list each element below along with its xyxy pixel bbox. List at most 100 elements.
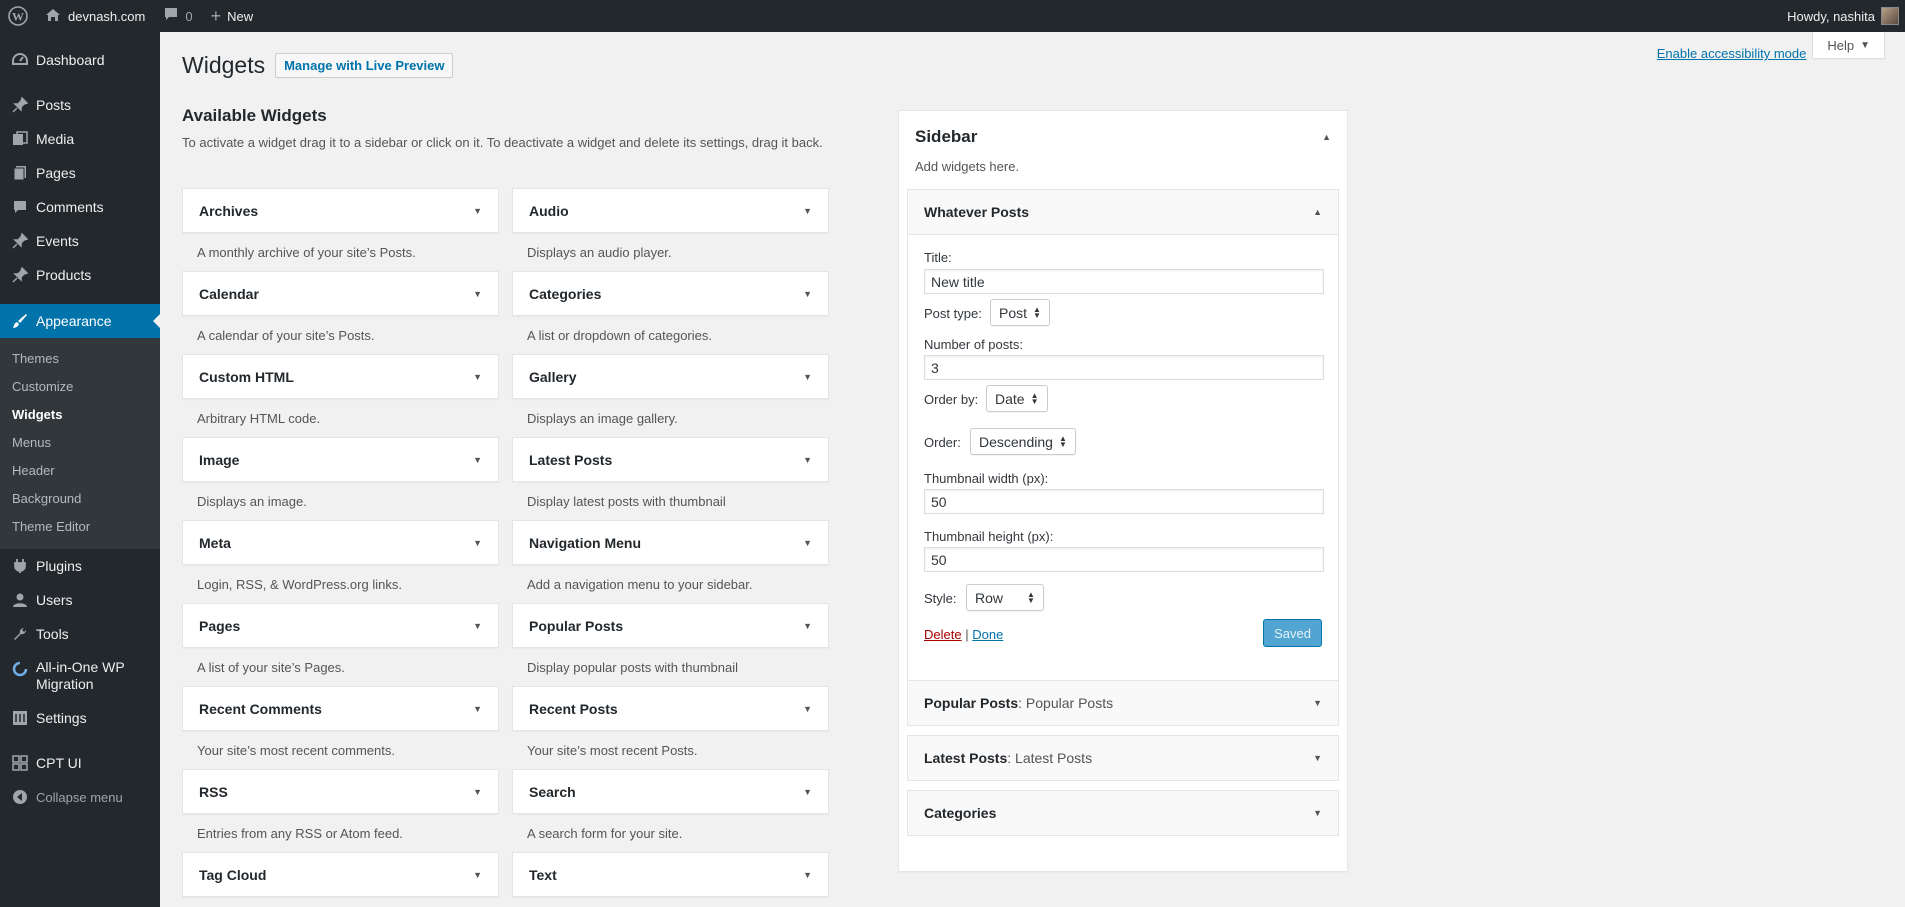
widget-title[interactable]: Pages ▼ [182, 603, 499, 648]
widget-title[interactable]: Search ▼ [512, 769, 829, 814]
menu-item-events[interactable]: Events [0, 224, 160, 258]
submenu-background[interactable]: Background [0, 485, 160, 513]
widget-recent-comments[interactable]: Recent Comments ▼ Your site’s most recent… [182, 686, 499, 758]
widget-gallery[interactable]: Gallery ▼ Displays an image gallery. [512, 354, 829, 426]
arrow-down-icon[interactable]: ▼ [1313, 698, 1322, 708]
widget-title[interactable]: Archives ▼ [182, 188, 499, 233]
widget-audio[interactable]: Audio ▼ Displays an audio player. [512, 188, 829, 260]
widget-title[interactable]: Image ▼ [182, 437, 499, 482]
menu-item-plugins[interactable]: Plugins [0, 549, 160, 583]
widget-categories-instance[interactable]: Categories ▼ [907, 790, 1339, 836]
arrow-up-icon[interactable]: ▲ [1313, 207, 1322, 217]
menu-item-dashboard[interactable]: Dashboard [0, 43, 160, 77]
widget-title[interactable]: Categories ▼ [512, 271, 829, 316]
submenu-customize[interactable]: Customize [0, 373, 160, 401]
widget-name: Meta [199, 534, 231, 551]
sidebar-widget-area: Sidebar ▲ Add widgets here. Whatever Pos… [898, 110, 1348, 872]
widget-search[interactable]: Search ▼ A search form for your site. [512, 769, 829, 841]
widget-pages[interactable]: Pages ▼ A list of your site’s Pages. [182, 603, 499, 675]
arrow-up-icon[interactable]: ▲ [1322, 132, 1331, 142]
wordpress-logo-icon[interactable]: W [0, 0, 36, 32]
thumbnail-width-input[interactable]: 50 [924, 489, 1324, 514]
widget-title[interactable]: Calendar ▼ [182, 271, 499, 316]
widget-title[interactable]: Audio ▼ [512, 188, 829, 233]
number-of-posts-input[interactable]: 3 [924, 355, 1324, 380]
menu-item-posts[interactable]: Posts [0, 88, 160, 122]
style-select[interactable]: Row ▲ ▼ [966, 584, 1044, 611]
widget-calendar[interactable]: Calendar ▼ A calendar of your site’s Post… [182, 271, 499, 343]
title-input[interactable]: New title [924, 269, 1324, 294]
widget-text[interactable]: Text ▼ [512, 852, 829, 897]
thumbnail-height-input[interactable]: 50 [924, 547, 1324, 572]
widget-title[interactable]: Recent Comments ▼ [182, 686, 499, 731]
menu-item-users[interactable]: Users [0, 583, 160, 617]
widget-archives[interactable]: Archives ▼ A monthly archive of your site… [182, 188, 499, 260]
arrow-down-icon[interactable]: ▼ [1313, 753, 1322, 763]
widget-name: Image [199, 451, 240, 468]
widget-title[interactable]: Recent Posts ▼ [512, 686, 829, 731]
submenu-theme-editor[interactable]: Theme Editor [0, 513, 160, 541]
widget-title[interactable]: Popular Posts ▼ [512, 603, 829, 648]
collapse-menu-button[interactable]: Collapse menu [0, 780, 160, 814]
menu-label: Users [36, 592, 73, 608]
menu-item-settings[interactable]: Settings [0, 701, 160, 735]
menu-item-appearance[interactable]: Appearance [0, 304, 160, 338]
widget-popular-posts-instance[interactable]: Popular Posts: Popular Posts ▼ [907, 680, 1339, 726]
widget-title[interactable]: Text ▼ [512, 852, 829, 897]
menu-item-products[interactable]: Products [0, 258, 160, 292]
widget-title[interactable]: Custom HTML ▼ [182, 354, 499, 399]
order-by-select[interactable]: Date ▲ ▼ [986, 385, 1048, 412]
new-content-link[interactable]: + New [202, 0, 263, 32]
help-tab-button[interactable]: Help ▼ [1812, 32, 1885, 59]
accessibility-mode-link[interactable]: Enable accessibility mode [1657, 46, 1807, 61]
widget-custom-html[interactable]: Custom HTML ▼ Arbitrary HTML code. [182, 354, 499, 426]
menu-item-pages[interactable]: Pages [0, 156, 160, 190]
widget-tag-cloud[interactable]: Tag Cloud ▼ [182, 852, 499, 897]
submenu-menus[interactable]: Menus [0, 429, 160, 457]
menu-item-aiowm[interactable]: All-in-One WP Migration [0, 651, 160, 701]
widget-recent-posts[interactable]: Recent Posts ▼ Your site’s most recent Po… [512, 686, 829, 758]
widget-latest-posts-instance[interactable]: Latest Posts: Latest Posts ▼ [907, 735, 1339, 781]
my-account-link[interactable]: Howdy, nashita [1778, 0, 1905, 32]
sidebar-header[interactable]: Sidebar ▲ [899, 111, 1347, 151]
post-type-select[interactable]: Post ▲ ▼ [990, 299, 1050, 326]
submenu-themes[interactable]: Themes [0, 345, 160, 373]
widget-title[interactable]: Tag Cloud ▼ [182, 852, 499, 897]
comments-link[interactable]: 0 [154, 0, 201, 32]
home-icon [45, 8, 61, 25]
widget-title[interactable]: Navigation Menu ▼ [512, 520, 829, 565]
widget-latest-posts[interactable]: Latest Posts ▼ Display latest posts with … [512, 437, 829, 509]
done-link[interactable]: Done [972, 627, 1003, 642]
widget-instance-title: : Popular Posts [1018, 695, 1114, 711]
widget-rss[interactable]: RSS ▼ Entries from any RSS or Atom feed. [182, 769, 499, 841]
widget-title[interactable]: RSS ▼ [182, 769, 499, 814]
widget-title[interactable]: Meta ▼ [182, 520, 499, 565]
submenu-header[interactable]: Header [0, 457, 160, 485]
arrow-down-icon[interactable]: ▼ [1313, 808, 1322, 818]
collapse-arrow-icon [10, 787, 30, 807]
widget-image[interactable]: Image ▼ Displays an image. [182, 437, 499, 509]
widget-popular-posts[interactable]: Popular Posts ▼ Display popular posts wit… [512, 603, 829, 675]
submenu-widgets[interactable]: Widgets [0, 401, 160, 429]
widget-meta[interactable]: Meta ▼ Login, RSS, & WordPress.org links. [182, 520, 499, 592]
widget-title[interactable]: Gallery ▼ [512, 354, 829, 399]
saved-button[interactable]: Saved [1263, 619, 1322, 647]
delete-link[interactable]: Delete [924, 627, 962, 642]
menu-item-media[interactable]: Media [0, 122, 160, 156]
widget-title[interactable]: Latest Posts ▼ [512, 437, 829, 482]
link-separator: | [965, 627, 969, 642]
order-select[interactable]: Descending ▲ ▼ [970, 428, 1076, 455]
widget-navigation-menu[interactable]: Navigation Menu ▼ Add a navigation menu t… [512, 520, 829, 592]
menu-item-tools[interactable]: Tools [0, 617, 160, 651]
widget-title[interactable]: Popular Posts: Popular Posts ▼ [908, 681, 1338, 725]
widget-title[interactable]: Categories ▼ [908, 791, 1338, 835]
widget-categories[interactable]: Categories ▼ A list or dropdown of catego… [512, 271, 829, 343]
widget-title[interactable]: Latest Posts: Latest Posts ▼ [908, 736, 1338, 780]
menu-item-cptui[interactable]: CPT UI [0, 746, 160, 780]
select-arrows-icon: ▲ ▼ [1030, 390, 1039, 406]
menu-item-comments[interactable]: Comments [0, 190, 160, 224]
widget-desc: Display latest posts with thumbnail [527, 494, 726, 509]
widget-title[interactable]: Whatever Posts ▲ [908, 190, 1338, 234]
site-name-link[interactable]: devnash.com [36, 0, 154, 32]
live-preview-button[interactable]: Manage with Live Preview [275, 53, 454, 78]
